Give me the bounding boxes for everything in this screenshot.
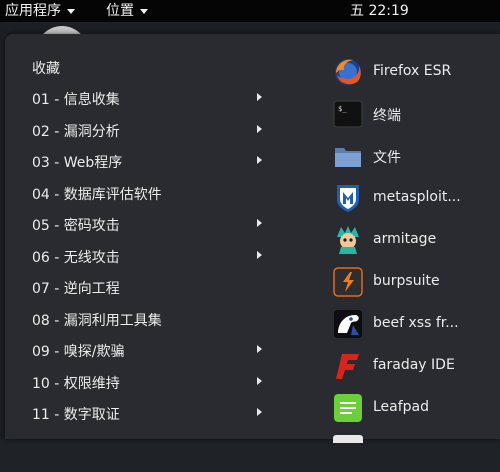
favorite-label: armitage — [373, 231, 437, 247]
applications-menu-button[interactable]: 应用程序 — [5, 0, 75, 22]
chevron-right-icon — [257, 93, 262, 101]
category-database-assessment[interactable]: 04 - 数据库评估软件 — [5, 178, 275, 208]
favorite-beef-xss[interactable]: beef xss fr... — [327, 306, 500, 346]
places-label: 位置 — [106, 3, 134, 19]
favorite-label: faraday IDE — [373, 357, 455, 373]
category-label: 06 - 无线攻击 — [32, 250, 120, 266]
favorite-label: 文件 — [373, 150, 401, 166]
chevron-right-icon — [257, 219, 262, 227]
category-label: 01 - 信息收集 — [32, 92, 120, 108]
category-web-applications[interactable]: 03 - Web程序 — [5, 146, 275, 176]
category-label: 08 - 漏洞利用工具集 — [32, 313, 162, 329]
clock-label: 五 22:19 — [350, 3, 409, 19]
favorite-terminal[interactable]: $_ 终端 — [327, 96, 500, 136]
favorite-firefox-esr[interactable]: Firefox ESR — [327, 54, 500, 94]
category-wireless-attacks[interactable]: 06 - 无线攻击 — [5, 241, 275, 271]
favorite-burpsuite[interactable]: burpsuite — [327, 264, 500, 304]
favorite-metasploit[interactable]: metasploit... — [327, 180, 500, 220]
terminal-icon: $_ — [333, 100, 363, 128]
favorite-armitage[interactable]: armitage — [327, 222, 500, 262]
category-vulnerability-analysis[interactable]: 02 - 漏洞分析 — [5, 115, 275, 145]
favorite-label: Firefox ESR — [373, 63, 452, 79]
chevron-down-icon — [67, 9, 75, 14]
category-favorites[interactable]: 收藏 — [5, 52, 275, 82]
armitage-icon — [337, 226, 359, 254]
favorite-label: beef xss fr... — [373, 315, 459, 331]
favorite-partial[interactable] — [327, 432, 500, 472]
svg-text:$_: $_ — [338, 105, 347, 113]
chevron-right-icon — [257, 345, 262, 353]
category-label: 09 - 嗅探/欺骗 — [32, 344, 125, 360]
favorite-leafpad[interactable]: Leafpad — [327, 390, 500, 430]
category-sniffing-spoofing[interactable]: 09 - 嗅探/欺骗 — [5, 335, 275, 365]
category-label: 07 - 逆向工程 — [32, 281, 120, 297]
chevron-down-icon — [140, 9, 148, 14]
chevron-right-icon — [257, 377, 262, 385]
chevron-right-icon — [257, 251, 262, 259]
favorite-label: metasploit... — [373, 189, 461, 205]
chevron-right-icon — [257, 156, 262, 164]
category-reverse-engineering[interactable]: 07 - 逆向工程 — [5, 272, 275, 302]
category-label: 10 - 权限维持 — [32, 376, 120, 392]
burpsuite-icon — [333, 267, 363, 297]
beef-icon — [334, 310, 362, 338]
category-label: 04 - 数据库评估软件 — [32, 187, 162, 203]
firefox-icon — [335, 59, 361, 85]
category-label: 05 - 密码攻击 — [32, 218, 120, 234]
faraday-icon — [336, 354, 359, 379]
category-information-gathering[interactable]: 01 - 信息收集 — [5, 83, 275, 113]
app-icon — [333, 435, 363, 443]
favorite-files[interactable]: 文件 — [327, 138, 500, 178]
clock[interactable]: 五 22:19 — [350, 0, 409, 22]
category-password-attacks[interactable]: 05 - 密码攻击 — [5, 209, 275, 239]
category-exploitation-tools[interactable]: 08 - 漏洞利用工具集 — [5, 304, 275, 334]
favorite-label: burpsuite — [373, 273, 440, 289]
favorite-label: 终端 — [373, 108, 401, 124]
applications-label: 应用程序 — [5, 3, 61, 19]
favorite-label: Leafpad — [373, 399, 430, 415]
chevron-right-icon — [257, 125, 262, 133]
leafpad-icon — [334, 394, 362, 422]
folder-icon — [335, 148, 361, 167]
category-maintaining-access[interactable]: 10 - 权限维持 — [5, 367, 275, 397]
chevron-right-icon — [257, 408, 262, 416]
metasploit-icon — [337, 185, 359, 212]
category-label: 02 - 漏洞分析 — [32, 124, 120, 140]
top-panel: 应用程序 位置 五 22:19 — [0, 0, 500, 22]
favorite-faraday-ide[interactable]: faraday IDE — [327, 348, 500, 388]
places-menu-button[interactable]: 位置 — [106, 0, 148, 22]
category-label: 11 - 数字取证 — [32, 407, 120, 423]
applications-menu: 收藏 01 - 信息收集 02 - 漏洞分析 03 - Web程序 04 - 数… — [5, 34, 500, 443]
category-forensics[interactable]: 11 - 数字取证 — [5, 398, 275, 428]
category-label: 03 - Web程序 — [32, 155, 123, 171]
category-label: 收藏 — [32, 61, 60, 77]
